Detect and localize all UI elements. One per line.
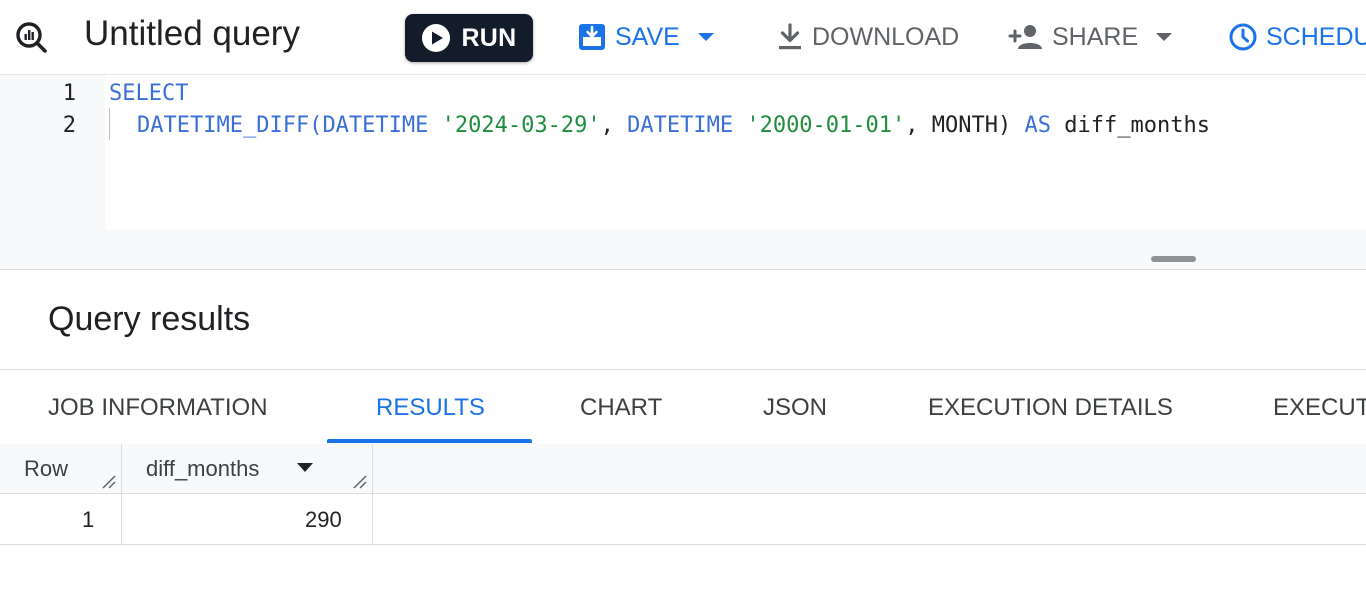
chevron-down-icon — [697, 33, 714, 41]
chevron-down-icon — [1156, 33, 1173, 41]
results-tabs: JOB INFORMATION RESULTS CHART JSON EXECU… — [0, 369, 1366, 445]
string-literal: '2000-01-01' — [746, 113, 906, 138]
cell-diff-months: 290 — [305, 507, 342, 532]
sql-editor[interactable] — [0, 75, 1366, 270]
keyword-select: SELECT — [109, 81, 189, 106]
column-alias: diff_months — [1051, 113, 1210, 138]
code-line-1[interactable]: SELECT — [109, 81, 188, 106]
table-row[interactable]: 1 290 — [0, 494, 1366, 545]
save-button-label: SAVE — [615, 22, 680, 51]
code-line-2[interactable]: DATETIME_DIFF(DATETIME '2024-03-29', DAT… — [137, 113, 1210, 138]
download-button-label: DOWNLOAD — [812, 22, 960, 51]
query-title[interactable]: Untitled query — [84, 14, 300, 54]
line-number: 1 — [62, 81, 76, 106]
argument: , MONTH) — [905, 113, 1025, 138]
run-button[interactable]: RUN — [405, 14, 533, 62]
column-resize-icon[interactable] — [101, 474, 117, 490]
query-toolbar: Untitled query RUN SAVE DOWNLOAD SHARE S… — [0, 0, 1366, 75]
function-name: DATETIME_DIFF( — [137, 113, 323, 138]
schedule-button[interactable]: SCHEDU — [1228, 18, 1366, 56]
share-button[interactable]: SHARE — [1008, 18, 1174, 56]
column-divider — [372, 444, 373, 493]
string-literal: '2024-03-29' — [441, 113, 601, 138]
separator: , — [600, 113, 628, 138]
tab-execution-graph[interactable]: EXECUT — [1273, 394, 1366, 422]
table-header: Row diff_months — [0, 444, 1366, 494]
query-editor-icon[interactable] — [14, 20, 48, 54]
tab-execution-details[interactable]: EXECUTION DETAILS — [928, 394, 1173, 422]
code-area[interactable] — [105, 75, 1366, 230]
keyword-as: AS — [1024, 113, 1052, 138]
run-button-label: RUN — [461, 23, 517, 52]
add-person-icon — [1008, 25, 1042, 49]
line-number: 2 — [62, 113, 76, 138]
tab-results[interactable]: RESULTS — [376, 394, 485, 422]
column-resize-icon[interactable] — [352, 474, 368, 490]
keyword-datetime: DATETIME — [322, 113, 429, 138]
clock-icon — [1229, 23, 1257, 51]
column-header-diff-months[interactable]: diff_months — [146, 456, 259, 482]
editor-resize-handle[interactable] — [1151, 256, 1196, 262]
indent-guide — [109, 108, 110, 140]
sort-descending-icon[interactable] — [296, 462, 314, 474]
share-button-label: SHARE — [1052, 22, 1139, 51]
save-icon — [579, 24, 605, 50]
results-title: Query results — [48, 300, 251, 338]
tab-chart[interactable]: CHART — [580, 394, 662, 422]
tab-job-information[interactable]: JOB INFORMATION — [48, 394, 268, 422]
play-icon — [422, 24, 451, 52]
keyword-datetime: DATETIME — [627, 113, 734, 138]
cell-row-number: 1 — [82, 507, 95, 532]
column-divider — [121, 444, 122, 493]
tab-json[interactable]: JSON — [763, 394, 827, 422]
download-button[interactable]: DOWNLOAD — [776, 18, 959, 56]
column-header-row: Row — [24, 456, 69, 481]
download-icon — [779, 23, 801, 50]
column-divider — [372, 494, 373, 544]
active-tab-indicator — [327, 439, 532, 443]
save-button[interactable]: SAVE — [577, 18, 716, 56]
schedule-button-label: SCHEDU — [1266, 22, 1366, 51]
column-divider — [121, 494, 122, 544]
